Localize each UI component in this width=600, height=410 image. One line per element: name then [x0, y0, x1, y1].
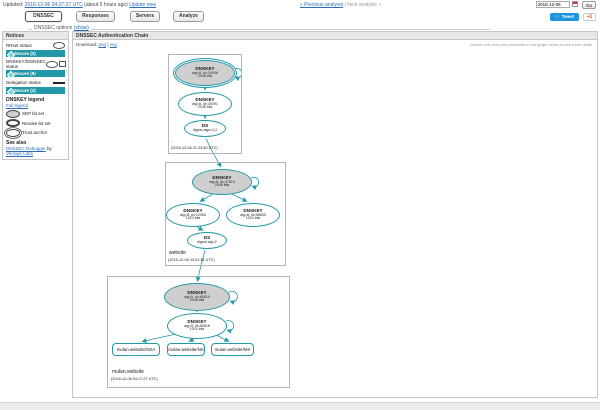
node-size: 2048 bits [215, 184, 230, 188]
sep-bit-label: SEP bit set [22, 111, 44, 116]
node-size: 2048 bits [198, 106, 213, 110]
dnskey-node-root-ksk[interactable]: DNSKEY alg=8, id=19036 2048 bits [175, 60, 235, 86]
go-button[interactable]: Go [582, 1, 596, 9]
trust-anchor-label: Trust anchor [22, 130, 47, 135]
download-svg-link[interactable]: svg [110, 42, 117, 47]
rrset-status-badge[interactable]: Secure (3) [6, 50, 65, 57]
notices-sidebar: Notices RRset status Secure (3) DNSKEY/D… [2, 31, 69, 160]
rrset-status-value: Secure (3) [14, 51, 36, 56]
revoke-bit-label: Revoke bit set [22, 121, 51, 126]
dnskey-status-badge[interactable]: Secure (9) [6, 70, 65, 77]
dnskey-node-mulan-ksk[interactable]: DNSKEY alg=5, id=60619 2048 bits [164, 283, 230, 311]
analysis-nav: « Previous analysis | Next analysis » [300, 2, 381, 8]
delegation-status-value: Secure (2) [14, 88, 36, 93]
dnskey-node-root-zsk[interactable]: DNSKEY alg=8, id=39291 2048 bits [178, 92, 232, 116]
trust-anchor-icon [6, 129, 20, 137]
dnskey-node-website-ksk[interactable]: DNSKEY alg=8, id=47813 2048 bits [192, 169, 252, 195]
delegation-status-badge[interactable]: Secure (2) [6, 87, 65, 94]
node-params: digest algs=1,2 [193, 129, 217, 133]
auth-chain-header: DNSSEC Authentication Chain [73, 32, 597, 40]
dnskey-node-website-zsk[interactable]: DNSKEY alg=8, id=12363 1024 bits [166, 203, 220, 227]
updated-label: Updated: [3, 2, 23, 8]
tab-responses[interactable]: Responses [76, 11, 115, 22]
delegation-edge-icon [53, 82, 65, 84]
nav-separator: | [344, 2, 345, 8]
node-size: 2048 bits [190, 299, 205, 303]
ds-node-icon [59, 61, 66, 67]
node-size: 1024 bits [190, 328, 205, 332]
download-pipe: | [107, 42, 108, 47]
download-row: Download: png | svg [76, 42, 117, 47]
download-png-link[interactable]: png [99, 42, 107, 47]
notices-header: Notices [3, 32, 68, 40]
updated-ago: (about 5 hours ago) [84, 2, 128, 8]
dnskey-icons [46, 61, 66, 68]
ds-node-website[interactable]: DS digest algs=1,2 [184, 120, 226, 137]
analysis-date-input[interactable] [536, 1, 570, 8]
previous-analysis-link[interactable]: « Previous analysis [300, 2, 343, 8]
tweet-button[interactable]: 🐦 Tweet [550, 13, 579, 21]
footer-band [0, 402, 600, 410]
revoke-bit-icon [6, 119, 20, 127]
rrset-node-ns[interactable]: mulan.website/NS [167, 343, 205, 356]
node-size: 1024 bits [246, 217, 261, 221]
rrset-status-label: RRset status [6, 43, 32, 48]
updated-time-link[interactable]: 2016-12-06 04:27:27 UTC [25, 2, 83, 8]
dnskey-status-label: DNSKEY/DS/NSEC status [6, 59, 46, 69]
delegation-status-label: Delegation status [6, 80, 41, 85]
by-label: by [47, 146, 52, 151]
options-divider [28, 29, 490, 30]
node-params: digest alg=2 [197, 241, 216, 245]
node-size: 2048 bits [198, 75, 213, 79]
rrset-node-soa[interactable]: mulan.website/SOA [112, 343, 160, 356]
graph-hint: Mouse over and click elements in the gra… [470, 42, 593, 47]
tab-servers[interactable]: Servers [130, 11, 160, 22]
full-legend-link[interactable]: Full legend [6, 103, 28, 108]
next-analysis-label: Next analysis » [347, 2, 381, 8]
calendar-icon[interactable] [572, 1, 578, 7]
rrset-node-icon [53, 42, 65, 49]
top-bar: Updated: 2016-12-06 04:27:27 UTC (about … [0, 0, 600, 10]
date-form [536, 1, 578, 8]
dnskey-status-value: Secure (9) [14, 71, 36, 76]
dnskey-node-mulan-zsk[interactable]: DNSKEY alg=5, id=50616 1024 bits [167, 313, 227, 339]
tab-analyze[interactable]: Analyze [173, 11, 204, 22]
sep-bit-icon [6, 110, 20, 118]
plusone-button[interactable]: +1 [583, 13, 596, 21]
download-label: Download: [76, 42, 97, 47]
tab-dnssec[interactable]: DNSSEC [25, 11, 62, 22]
dnskey-node-icon [46, 61, 58, 68]
verisign-labs-link[interactable]: Verisign Labs [6, 151, 33, 156]
node-size: 1024 bits [186, 217, 201, 221]
update-now-link[interactable]: Update now [129, 2, 156, 8]
tweet-label: Tweet [562, 14, 574, 19]
updated-line: Updated: 2016-12-06 04:27:27 UTC (about … [3, 2, 156, 8]
twitter-bird-icon: 🐦 [555, 14, 561, 19]
rrset-node-mx[interactable]: mulan.website/MX [211, 343, 254, 356]
ds-node-mulan-website[interactable]: DS digest alg=2 [187, 232, 227, 249]
dnskey-node-website-key2[interactable]: DNSKEY alg=8, id=58835 1024 bits [226, 203, 280, 227]
